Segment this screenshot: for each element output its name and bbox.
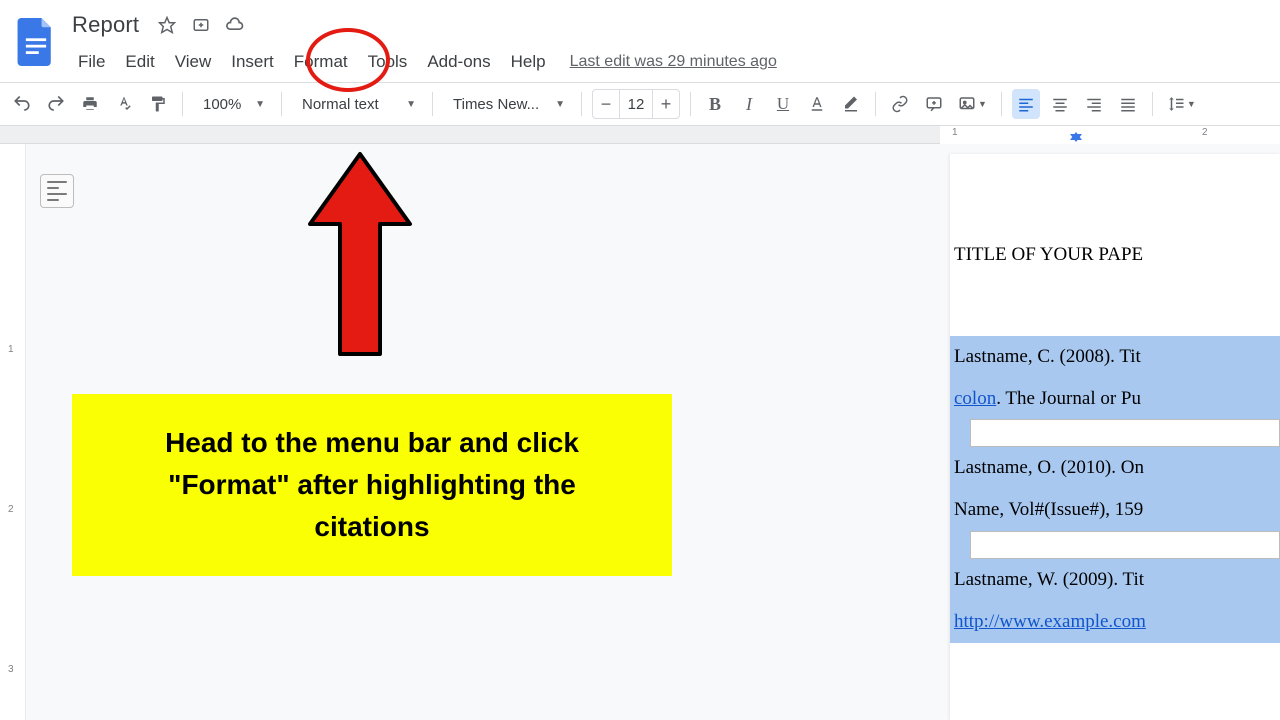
indent-marker-icon[interactable]	[1070, 134, 1082, 142]
zoom-value: 100%	[203, 96, 241, 113]
menu-tools[interactable]: Tools	[358, 46, 418, 78]
font-value: Times New...	[453, 96, 539, 113]
document-outline-button[interactable]	[40, 174, 74, 208]
citation-line: Lastname, W. (2009). Tit	[950, 559, 1280, 601]
text-color-button[interactable]	[803, 89, 831, 119]
caret-down-icon: ▼	[1187, 99, 1196, 109]
horizontal-ruler[interactable]: 1 2	[0, 126, 1280, 144]
selection-gap	[970, 531, 1280, 559]
toolbar: 100% ▼ Normal text ▼ Times New... ▼ − 12…	[0, 82, 1280, 126]
ruler-tick: 2	[1202, 127, 1208, 138]
caret-down-icon: ▼	[255, 99, 265, 110]
move-icon[interactable]	[191, 15, 211, 35]
cloud-status-icon[interactable]	[225, 15, 245, 35]
menu-addons[interactable]: Add-ons	[417, 46, 500, 78]
selection-gap	[970, 419, 1280, 447]
menu-insert[interactable]: Insert	[221, 46, 284, 78]
font-size-value[interactable]: 12	[619, 90, 653, 118]
last-edit-link[interactable]: Last edit was 29 minutes ago	[570, 53, 777, 71]
document-page[interactable]: TITLE OF YOUR PAPE Lastname, C. (2008). …	[950, 154, 1280, 720]
menu-edit[interactable]: Edit	[115, 46, 164, 78]
font-dropdown[interactable]: Times New... ▼	[443, 89, 571, 119]
add-comment-button[interactable]	[920, 89, 948, 119]
document-title[interactable]: Report	[68, 10, 143, 40]
caret-down-icon: ▼	[406, 99, 416, 110]
citation-link[interactable]: colon	[954, 388, 996, 409]
annotation-callout: Head to the menu bar and click "Format" …	[72, 394, 672, 576]
font-size-decrease-button[interactable]: −	[593, 94, 619, 115]
doc-title-line: TITLE OF YOUR PAPE	[950, 214, 1280, 276]
font-size-increase-button[interactable]: +	[653, 94, 679, 115]
align-left-button[interactable]	[1012, 89, 1040, 119]
ruler-tick: 1	[8, 344, 14, 355]
paragraph-style-value: Normal text	[302, 96, 379, 113]
annotation-arrow-icon	[290, 144, 430, 384]
spellcheck-button[interactable]	[110, 89, 138, 119]
ruler-tick: 1	[952, 127, 958, 138]
citation-line: Lastname, O. (2010). On	[950, 447, 1280, 489]
menu-format[interactable]: Format	[284, 46, 358, 78]
zoom-dropdown[interactable]: 100% ▼	[193, 89, 271, 119]
app-header: Report File Edit View Insert Format Tool…	[0, 0, 1280, 82]
star-icon[interactable]	[157, 15, 177, 35]
citation-link[interactable]: http://www.example.com	[954, 611, 1146, 632]
citation-line: Name, Vol#(Issue#), 159	[950, 489, 1280, 531]
menu-view[interactable]: View	[165, 46, 222, 78]
highlight-color-button[interactable]	[837, 89, 865, 119]
citation-line: http://www.example.com	[950, 601, 1280, 643]
redo-button[interactable]	[42, 89, 70, 119]
underline-button[interactable]: U	[769, 89, 797, 119]
ruler-tick: 2	[8, 504, 14, 515]
paragraph-style-dropdown[interactable]: Normal text ▼	[292, 89, 422, 119]
citation-line: Lastname, C. (2008). Tit	[950, 336, 1280, 378]
bold-button[interactable]: B	[701, 89, 729, 119]
caret-down-icon: ▼	[978, 99, 987, 109]
paint-format-button[interactable]	[144, 89, 172, 119]
citation-line: colon. The Journal or Pu	[950, 378, 1280, 420]
vertical-ruler[interactable]: 1 2 3	[0, 144, 26, 720]
align-justify-button[interactable]	[1114, 89, 1142, 119]
menu-help[interactable]: Help	[501, 46, 556, 78]
docs-logo-icon[interactable]	[8, 14, 64, 70]
ruler-tick: 3	[8, 664, 14, 675]
align-right-button[interactable]	[1080, 89, 1108, 119]
line-spacing-button[interactable]: ▼	[1163, 89, 1200, 119]
font-size-stepper: − 12 +	[592, 89, 680, 119]
print-button[interactable]	[76, 89, 104, 119]
caret-down-icon: ▼	[555, 99, 565, 110]
align-center-button[interactable]	[1046, 89, 1074, 119]
insert-link-button[interactable]	[886, 89, 914, 119]
editor-canvas: 1 2 3 Head to the menu bar and click "Fo…	[0, 144, 1280, 720]
undo-button[interactable]	[8, 89, 36, 119]
insert-image-button[interactable]: ▼	[954, 89, 991, 119]
menu-bar: File Edit View Insert Format Tools Add-o…	[68, 46, 777, 78]
menu-file[interactable]: File	[68, 46, 115, 78]
italic-button[interactable]: I	[735, 89, 763, 119]
